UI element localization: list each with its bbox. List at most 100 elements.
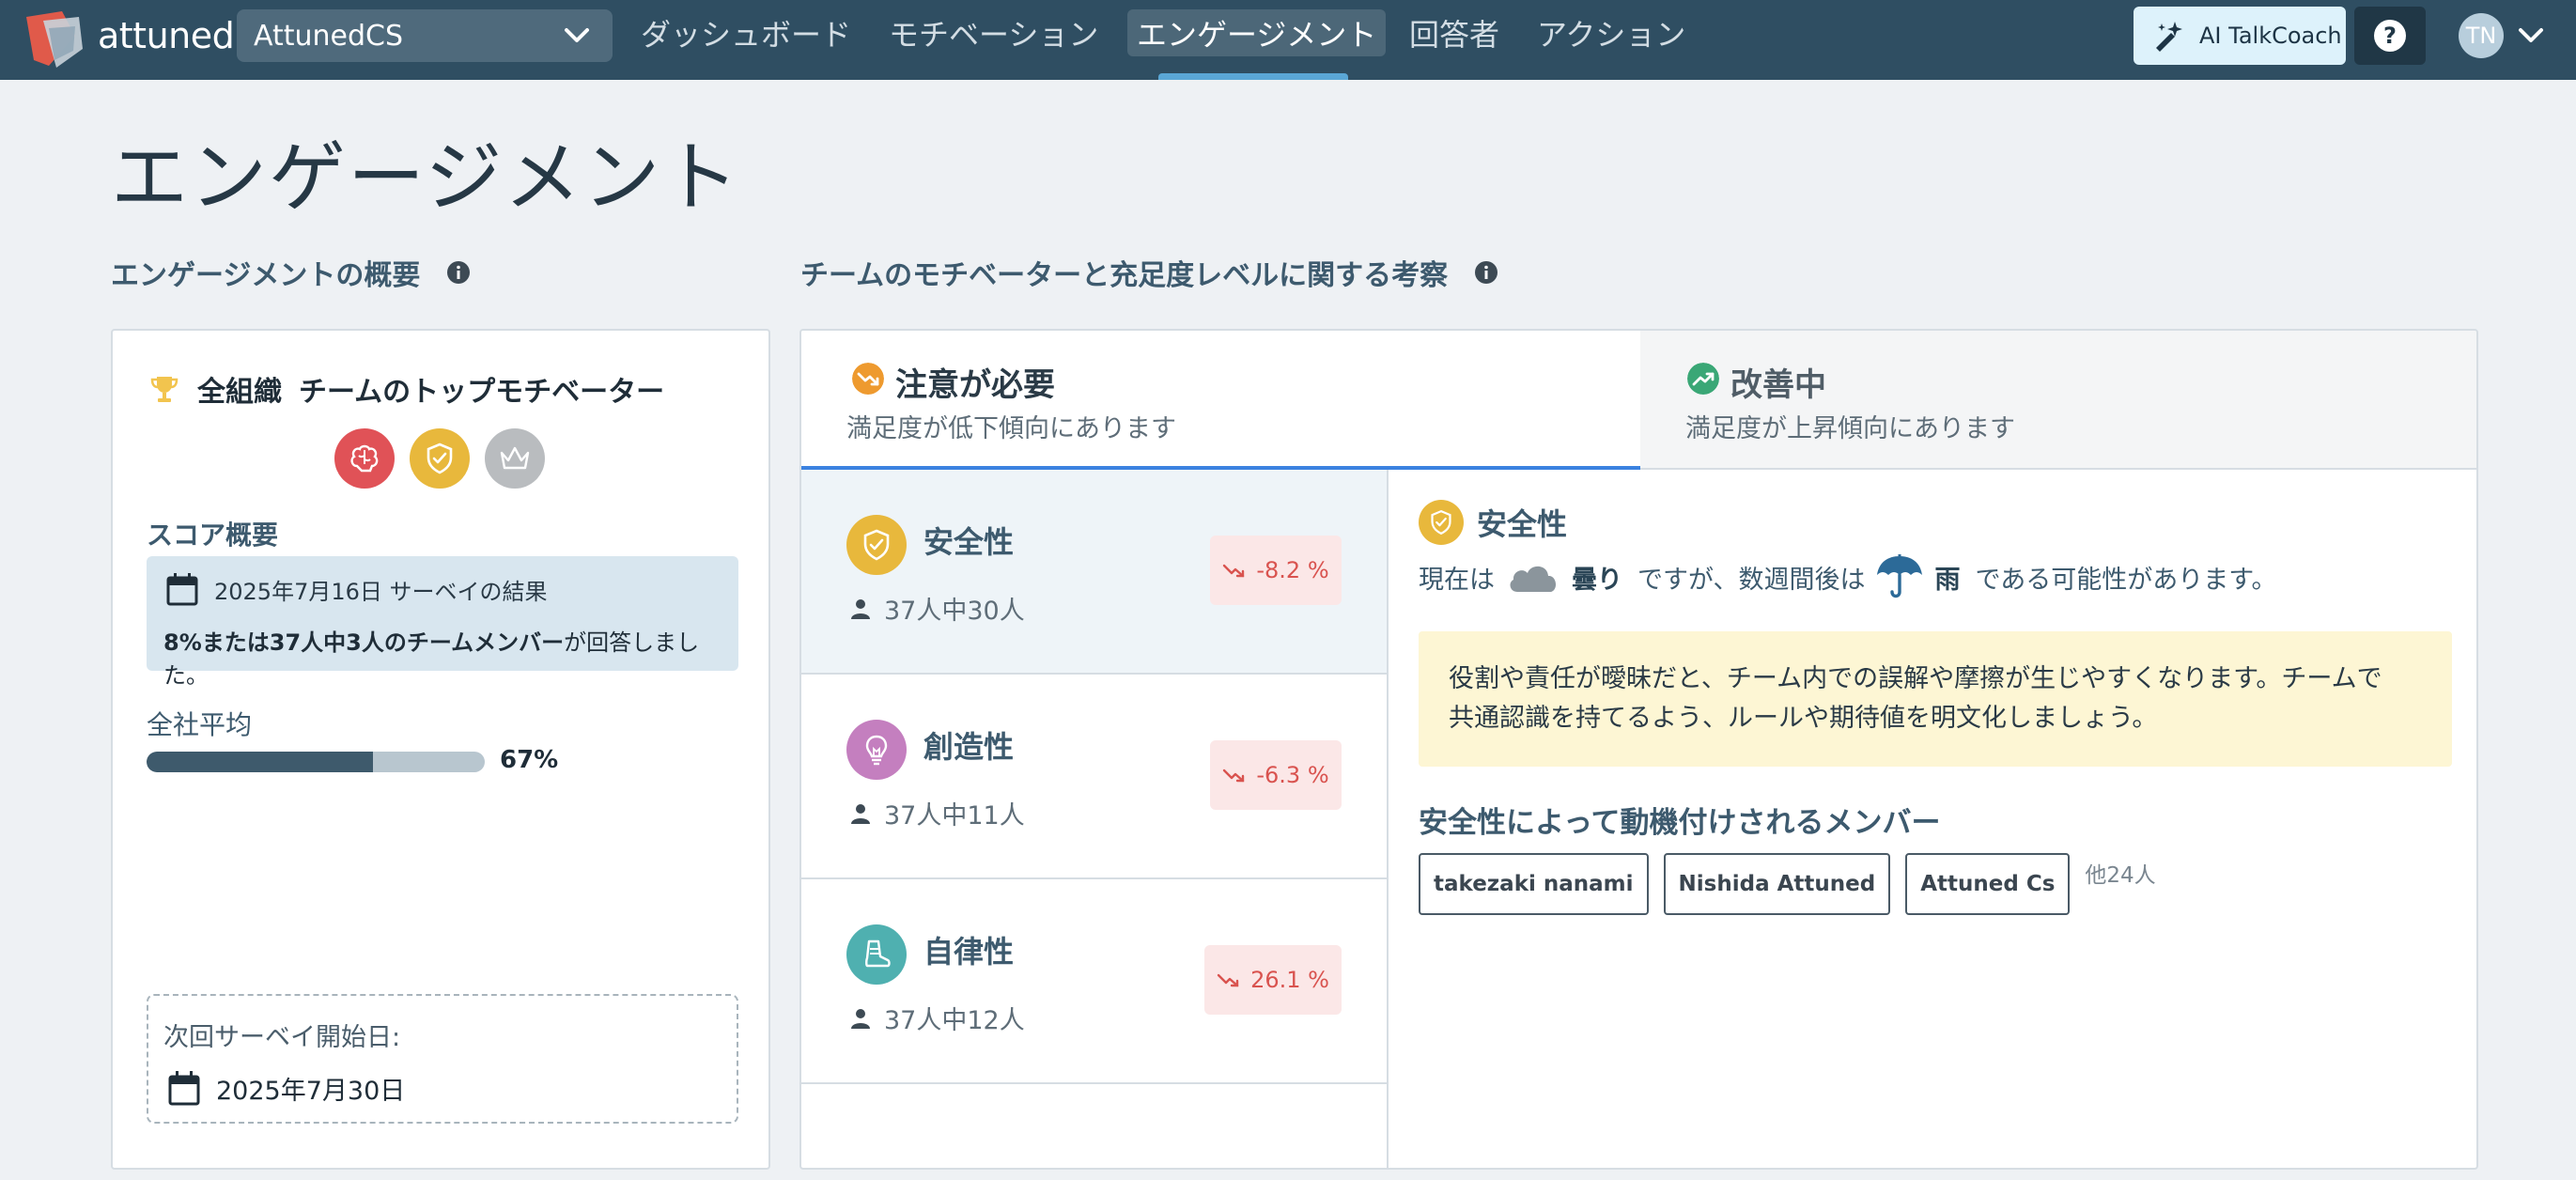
forecast-prefix: 現在は xyxy=(1419,565,1495,595)
member-chip-list: takezaki nanami Nishida Attuned Attuned … xyxy=(1419,853,2156,915)
trend-down-icon xyxy=(852,363,884,395)
motivator-item-creativity[interactable]: 創造性 37人中11人 -6.3 % xyxy=(801,675,1387,879)
org-select[interactable]: AttunedCS xyxy=(237,9,613,62)
shield-icon[interactable] xyxy=(410,428,470,489)
forecast-suffix: である可能性があります。 xyxy=(1975,565,2277,595)
motivator-item-autonomy[interactable]: 自律性 37人中12人 26.1 % xyxy=(801,879,1387,1084)
score-summary-title: スコア概要 xyxy=(147,520,279,551)
svg-text:?: ? xyxy=(2383,23,2397,49)
info-icon[interactable] xyxy=(1474,260,1498,285)
change-badge: -6.3 % xyxy=(1210,740,1342,810)
overview-section-label: エンゲージメントの概要 xyxy=(111,259,421,292)
nav-respondents[interactable]: 回答者 xyxy=(1400,9,1509,56)
overview-section-title: エンゲージメントの概要 xyxy=(111,252,471,293)
motivator-name: 創造性 xyxy=(923,729,1015,765)
motivator-count-text: 37人中12人 xyxy=(884,1006,1025,1035)
cloud-icon xyxy=(1510,566,1557,592)
tab-needs-attention[interactable]: 注意が必要 満足度が低下傾向にあります xyxy=(801,331,1640,470)
calendar-icon xyxy=(166,573,198,606)
future-weather: 雨 xyxy=(1934,565,1961,595)
org-select-value: AttunedCS xyxy=(254,19,404,53)
help-icon: ? xyxy=(2374,20,2406,52)
motivator-count: 37人中12人 xyxy=(850,1000,1025,1036)
lightbulb-icon xyxy=(846,720,907,780)
tab-improving-subtitle: 満足度が上昇傾向にあります xyxy=(1685,414,2015,443)
forecast-mid: ですが、数週間後は xyxy=(1637,565,1866,595)
change-badge: -8.2 % xyxy=(1210,536,1342,605)
nav-engagement[interactable]: エンゲージメント xyxy=(1127,9,1387,56)
company-average-label: 全社平均 xyxy=(147,709,253,740)
ai-talkcoach-button[interactable]: AI TalkCoach xyxy=(2134,7,2346,65)
motivator-detail-panel: 安全性 現在は 曇り ですが、数週間後は 雨 である可能性があります。 役割や責… xyxy=(1389,470,2476,1168)
top-motivators-heading: 全組織 チームのトップモチベーター xyxy=(148,368,664,410)
attuned-logo[interactable] xyxy=(21,8,86,70)
trend-down-icon xyxy=(1223,769,1245,783)
trend-down-icon xyxy=(1217,973,1239,987)
chevron-down-icon[interactable] xyxy=(2518,26,2544,45)
tab-needs-attention-subtitle: 満足度が低下傾向にあります xyxy=(846,414,1176,443)
scope-label: 全組織 xyxy=(197,376,282,409)
motivator-count-text: 37人中11人 xyxy=(884,801,1025,831)
nav-dashboard[interactable]: ダッシュボード xyxy=(631,9,861,56)
trend-up-icon xyxy=(1687,363,1719,395)
other-members-count[interactable]: 他24人 xyxy=(2085,857,2155,889)
weather-forecast: 現在は 曇り ですが、数週間後は 雨 である可能性があります。 xyxy=(1419,552,2277,601)
active-nav-indicator xyxy=(1158,73,1348,80)
motivator-name: 自律性 xyxy=(923,934,1015,970)
tab-improving-label: 改善中 xyxy=(1730,366,1826,404)
motivator-count: 37人中30人 xyxy=(850,590,1025,627)
tab-improving-title: 改善中 xyxy=(1687,359,1826,405)
change-badge: 26.1 % xyxy=(1204,945,1342,1015)
shield-icon xyxy=(846,515,907,575)
survey-result-box: 2025年7月16日 サーベイの結果 8%または37人中3人のチームメンバーが回… xyxy=(147,556,738,689)
next-survey-date: 2025年7月30日 xyxy=(216,1076,406,1106)
trend-down-icon xyxy=(1223,564,1245,578)
survey-result-row: 2025年7月16日 サーベイの結果 xyxy=(165,571,548,607)
advice-line-1: 役割や責任が曖昧だと、チーム内での誤解や摩擦が生じやすくなります。チームで xyxy=(1449,664,2382,693)
tab-improving[interactable]: 改善中 満足度が上昇傾向にあります xyxy=(1640,331,2476,470)
advice-line-2: 共通認識を持てるよう、ルールや期待値を明文化しましょう。 xyxy=(1449,704,2158,733)
detail-heading: 安全性 xyxy=(1419,500,1567,545)
calendar-icon xyxy=(168,1071,200,1106)
page-title: エンゲージメント xyxy=(111,133,741,223)
insights-section-title: チームのモチベーターと充足度レベルに関する考察 xyxy=(800,252,1498,293)
tab-needs-attention-label: 注意が必要 xyxy=(895,366,1055,404)
chevron-down-icon xyxy=(565,28,589,42)
ai-talkcoach-label: AI TalkCoach xyxy=(2199,23,2342,49)
next-survey-box: 次回サーベイ開始日: 2025年7月30日 xyxy=(147,994,738,1124)
insights-card: 注意が必要 満足度が低下傾向にあります 改善中 満足度が上昇傾向にあります 安全… xyxy=(799,329,2478,1170)
insights-section-label: チームのモチベーターと充足度レベルに関する考察 xyxy=(800,259,1449,292)
survey-result-text: 2025年7月16日 サーベイの結果 xyxy=(214,578,548,605)
user-avatar[interactable]: TN xyxy=(2459,13,2504,58)
motivator-count: 37人中11人 xyxy=(850,795,1025,831)
member-chip[interactable]: Nishida Attuned xyxy=(1663,853,1891,915)
trophy-icon xyxy=(150,377,178,402)
next-survey-date-row: 2025年7月30日 xyxy=(167,1069,405,1107)
response-rate-text: 8%または37人中3人のチームメンバーが回答しました。 xyxy=(163,624,738,690)
nav-motivation[interactable]: モチベーション xyxy=(879,9,1108,56)
tab-needs-attention-title: 注意が必要 xyxy=(852,359,1055,405)
nav-actions[interactable]: アクション xyxy=(1528,9,1695,56)
company-average-progress-fill xyxy=(147,752,374,772)
person-icon xyxy=(851,598,870,619)
top-navbar: attuned AttunedCS ダッシュボード モチベーション エンゲージメ… xyxy=(0,0,2576,80)
crown-icon[interactable] xyxy=(485,428,545,489)
boot-icon xyxy=(846,924,907,985)
member-chip[interactable]: Attuned Cs xyxy=(1905,853,2071,915)
sparkle-pen-icon xyxy=(2156,22,2182,52)
help-button[interactable]: ? xyxy=(2354,7,2426,65)
brand-name: attuned xyxy=(98,15,235,56)
next-survey-label: 次回サーベイ開始日: xyxy=(163,1023,401,1052)
person-icon xyxy=(851,1008,870,1029)
change-value: 26.1 % xyxy=(1250,967,1329,993)
member-chip[interactable]: takezaki nanami xyxy=(1419,853,1649,915)
motivator-name: 安全性 xyxy=(923,524,1015,560)
engagement-overview-card: 全組織 チームのトップモチベーター スコア概要 2025年7月16日 サーベイの… xyxy=(111,329,770,1170)
top-motivator-icons xyxy=(334,428,545,489)
motivator-item-safety[interactable]: 安全性 37人中30人 -8.2 % xyxy=(801,470,1387,675)
brain-icon[interactable] xyxy=(334,428,395,489)
shield-icon xyxy=(1419,500,1464,545)
info-icon[interactable] xyxy=(446,260,471,285)
current-weather: 曇り xyxy=(1572,565,1622,595)
detail-title: 安全性 xyxy=(1477,506,1568,542)
